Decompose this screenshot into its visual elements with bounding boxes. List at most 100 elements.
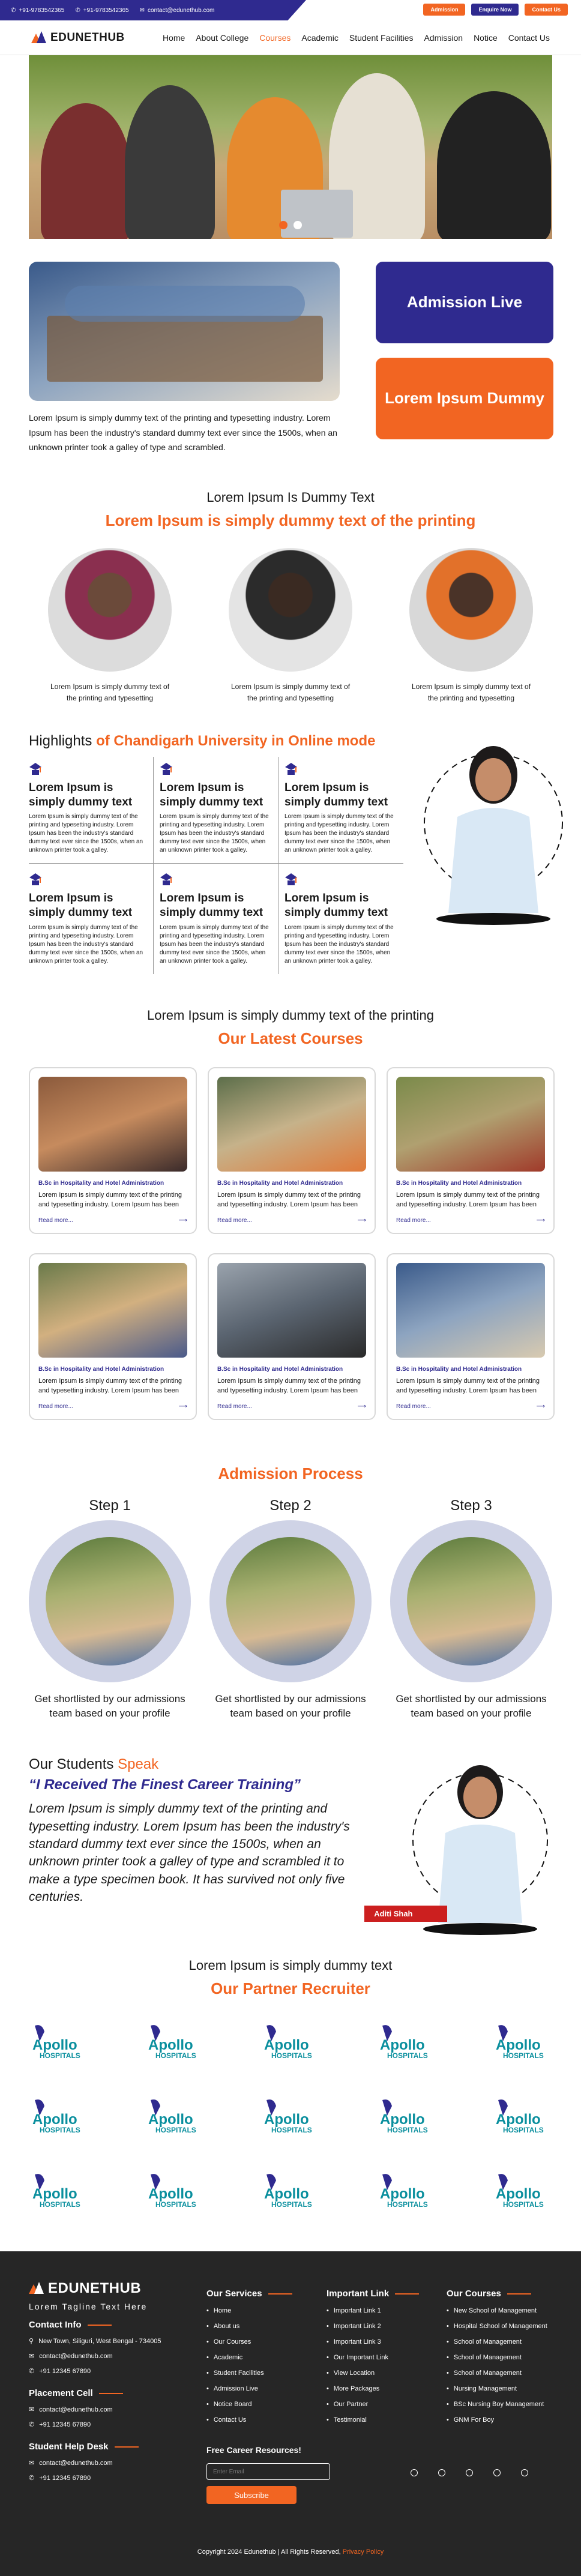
apollo-logo-text: Apollo	[496, 2186, 541, 2202]
phone-2[interactable]: ✆ +91-9783542365	[75, 7, 128, 14]
cta-buttons: Admission Live Lorem Ipsum Dummy	[376, 262, 553, 455]
read-more-link[interactable]: Read more...	[396, 1403, 431, 1410]
footer-link[interactable]: Our Partner	[327, 2401, 447, 2408]
nav-item-facilities[interactable]: Student Facilities	[349, 33, 414, 43]
subscribe-button[interactable]: Subscribe	[206, 2486, 297, 2505]
footer-link[interactable]: More Packages	[327, 2385, 447, 2392]
process-steps: Step 1 Get shortlisted by our admissions …	[29, 1497, 552, 1721]
twitter-icon[interactable]	[438, 2469, 445, 2477]
arrow-right-icon[interactable]: ⟶	[179, 1217, 187, 1224]
apollo-hospitals-logo: Apollo HOSPITALS	[260, 2098, 321, 2135]
help-phone[interactable]: ✆ +91 12345 67890	[29, 2474, 206, 2482]
footer-link[interactable]: About us	[206, 2323, 327, 2330]
enquire-now-button[interactable]: Enquire Now	[471, 4, 519, 16]
footer-link[interactable]: Important Link 1	[327, 2307, 447, 2314]
footer-link[interactable]: Student Facilities	[206, 2370, 327, 2377]
phone-1[interactable]: ✆ +91-9783542365	[11, 7, 64, 14]
course-card[interactable]: B.Sc in Hospitality and Hotel Administra…	[29, 1253, 197, 1420]
footer-logo-text: EDUNETHUB	[48, 2280, 142, 2297]
hero-slider[interactable]	[29, 55, 552, 239]
footer-link[interactable]: Home	[206, 2307, 327, 2314]
apollo-logo-text: Apollo	[264, 2037, 309, 2053]
arrow-right-icon[interactable]: ⟶	[179, 1403, 187, 1410]
classroom-image	[29, 262, 340, 401]
footer-link[interactable]: View Location	[327, 2370, 447, 2377]
step-desc: Get shortlisted by our admissions team b…	[215, 1693, 366, 1719]
footer-link[interactable]: Testimonial	[327, 2416, 447, 2424]
linkedin-icon[interactable]	[493, 2469, 501, 2477]
footer-link[interactable]: School of Management	[447, 2354, 552, 2361]
privacy-policy-link[interactable]: Privacy Policy	[343, 2548, 384, 2556]
arrow-right-icon[interactable]: ⟶	[537, 1403, 545, 1410]
help-email[interactable]: ✉ contact@edunethub.com	[29, 2459, 206, 2467]
graduation-cap-icon	[29, 872, 42, 888]
slider-dot[interactable]	[294, 221, 302, 229]
course-card[interactable]: B.Sc in Hospitality and Hotel Administra…	[387, 1067, 555, 1234]
footer-email[interactable]: ✉ contact@edunethub.com	[29, 2352, 206, 2361]
arrow-right-icon[interactable]: ⟶	[358, 1217, 366, 1224]
arrow-right-icon[interactable]: ⟶	[358, 1403, 366, 1410]
footer-link[interactable]: School of Management	[447, 2338, 552, 2346]
read-more-link[interactable]: Read more...	[38, 1403, 73, 1410]
course-card[interactable]: B.Sc in Hospitality and Hotel Administra…	[29, 1067, 197, 1234]
logo-icon	[31, 31, 47, 44]
facebook-icon[interactable]	[411, 2469, 418, 2477]
admission-button[interactable]: Admission	[423, 4, 466, 16]
contact-us-button[interactable]: Contact Us	[525, 4, 568, 16]
newsletter-email-input[interactable]	[206, 2463, 330, 2481]
read-more-link[interactable]: Read more...	[38, 1217, 73, 1224]
apollo-hospitals-logo: Apollo HOSPITALS	[145, 2172, 205, 2209]
site-logo[interactable]: EDUNETHUB	[31, 31, 125, 44]
footer-link[interactable]: Important Link 3	[327, 2338, 447, 2346]
read-more-link[interactable]: Read more...	[217, 1217, 252, 1224]
footer-link[interactable]: Hospital School of Management	[447, 2323, 552, 2330]
intro-item: Lorem Ipsum is simply dummy text of the …	[47, 547, 173, 704]
course-text: Lorem Ipsum is simply dummy text of the …	[396, 1191, 540, 1209]
nav-item-contact[interactable]: Contact Us	[508, 33, 550, 43]
student-portrait	[48, 547, 172, 672]
slider-dot-active[interactable]	[279, 221, 287, 229]
partners-subtitle: Lorem Ipsum is simply dummy text	[188, 1958, 393, 1973]
read-more-link[interactable]: Read more...	[396, 1217, 431, 1224]
email-contact[interactable]: ✉ contact@edunethub.com	[140, 7, 215, 14]
nav-item-academic[interactable]: Academic	[301, 33, 338, 43]
placement-phone[interactable]: ✆ +91 12345 67890	[29, 2421, 206, 2429]
nav-item-courses[interactable]: Courses	[259, 33, 290, 43]
arrow-right-icon[interactable]: ⟶	[537, 1217, 545, 1224]
footer-link[interactable]: BSc Nursing Boy Management	[447, 2401, 552, 2408]
admission-live-button[interactable]: Admission Live	[376, 262, 553, 343]
footer-link[interactable]: Nursing Management	[447, 2385, 552, 2392]
process-step: Step 1 Get shortlisted by our admissions …	[29, 1497, 191, 1721]
footer-link[interactable]: Contact Us	[206, 2416, 327, 2424]
footer-link[interactable]: GNM For Boy	[447, 2416, 552, 2424]
footer-logo[interactable]: EDUNETHUB	[29, 2280, 206, 2297]
read-more-link[interactable]: Read more...	[217, 1403, 252, 1410]
highlight-heading: Lorem Ipsum is simply dummy text	[160, 781, 263, 808]
nav-item-home[interactable]: Home	[163, 33, 185, 43]
course-card[interactable]: B.Sc in Hospitality and Hotel Administra…	[208, 1067, 376, 1234]
nav-item-admission[interactable]: Admission	[424, 33, 463, 43]
youtube-icon[interactable]	[521, 2469, 528, 2477]
footer-link[interactable]: Important Link 2	[327, 2323, 447, 2330]
footer-link[interactable]: Notice Board	[206, 2401, 327, 2408]
top-bar: ✆ +91-9783542365 ✆ +91-9783542365 ✉ contact…	[0, 0, 581, 20]
student-name-badge: Aditi Shah	[364, 1906, 448, 1922]
footer-link[interactable]: Our Courses	[206, 2338, 327, 2346]
phone-icon: ✆	[29, 2475, 35, 2482]
course-card[interactable]: B.Sc in Hospitality and Hotel Administra…	[387, 1253, 555, 1420]
placement-email[interactable]: ✉ contact@edunethub.com	[29, 2406, 206, 2414]
footer-link[interactable]: New School of Management	[447, 2307, 552, 2314]
logo-text: EDUNETHUB	[50, 31, 125, 44]
footer-link[interactable]: Admission Live	[206, 2385, 327, 2392]
course-image	[217, 1076, 366, 1172]
footer-link[interactable]: Academic	[206, 2354, 327, 2361]
lorem-dummy-button[interactable]: Lorem Ipsum Dummy	[376, 358, 553, 439]
instagram-icon[interactable]	[466, 2469, 473, 2477]
course-card[interactable]: B.Sc in Hospitality and Hotel Administra…	[208, 1253, 376, 1420]
footer-phone[interactable]: ✆ +91 12345 67890	[29, 2367, 206, 2376]
footer-link[interactable]: Our Important Link	[327, 2354, 447, 2361]
footer-link[interactable]: School of Management	[447, 2370, 552, 2377]
nav-item-notice[interactable]: Notice	[474, 33, 498, 43]
nav-item-about[interactable]: About College	[196, 33, 248, 43]
apollo-hospitals-logo: Apollo HOSPITALS	[376, 2172, 436, 2209]
